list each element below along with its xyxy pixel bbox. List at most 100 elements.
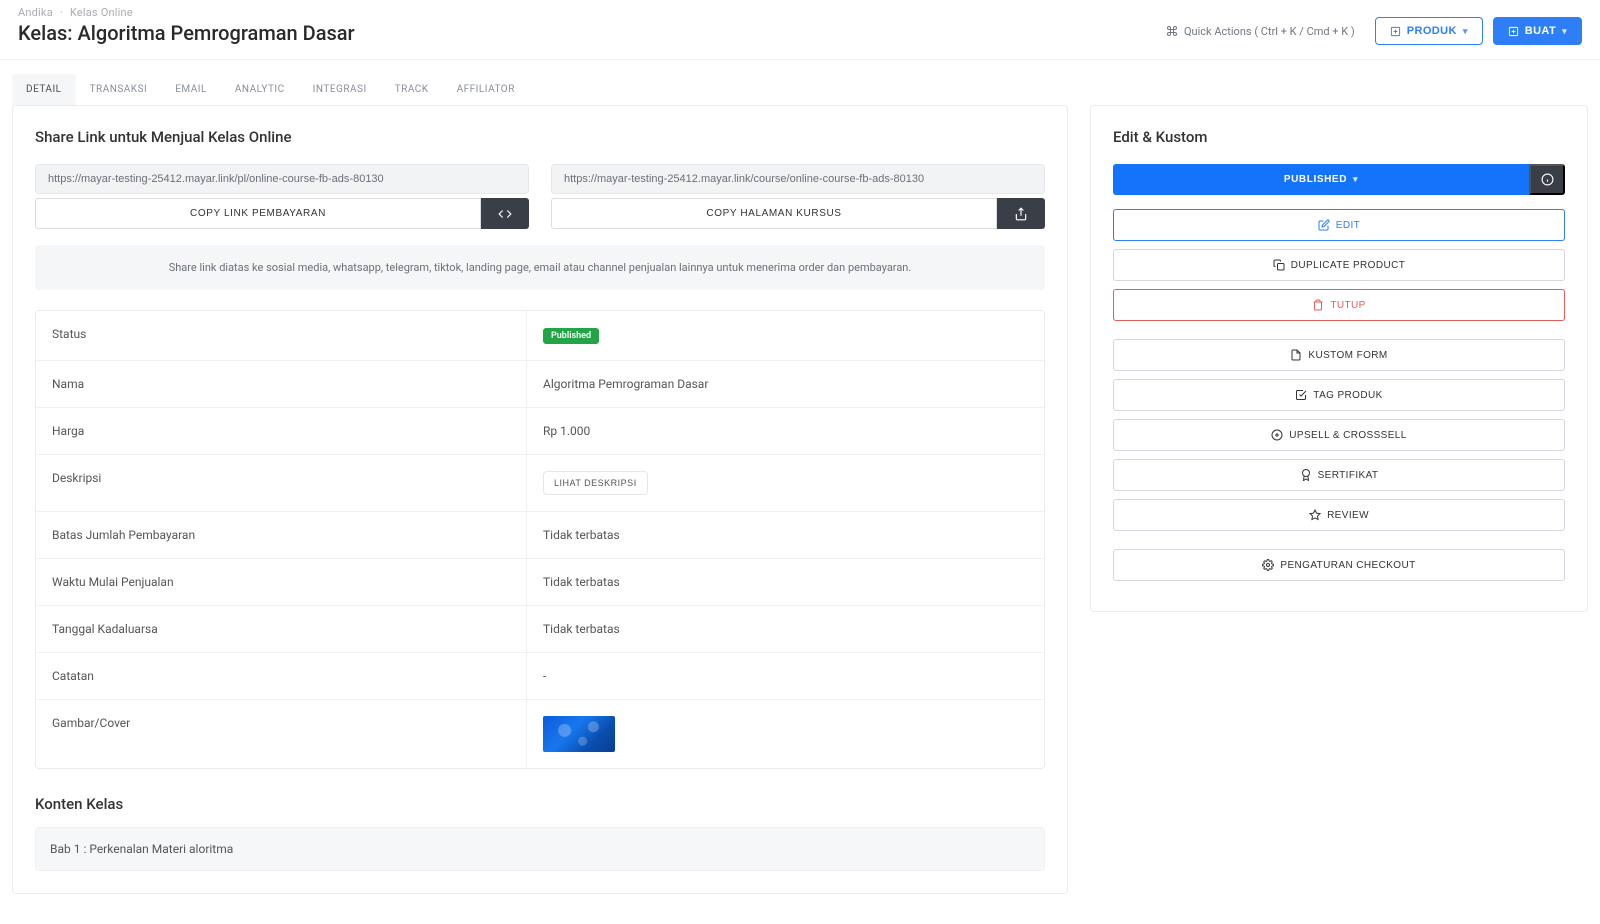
duplicate-label: DUPLICATE PRODUCT (1291, 260, 1405, 271)
value-nama: Algoritma Pemrograman Dasar (526, 361, 1044, 407)
tab-detail[interactable]: DETAIL (12, 74, 76, 105)
label-waktu-mulai: Waktu Mulai Penjualan (36, 559, 526, 605)
tab-analytic[interactable]: ANALYTIC (221, 74, 299, 105)
quick-actions-label: Quick Actions ( Ctrl + K / Cmd + K ) (1184, 25, 1355, 38)
tutup-button[interactable]: TUTUP (1113, 289, 1565, 321)
info-icon (1541, 173, 1554, 186)
quick-actions[interactable]: Quick Actions ( Ctrl + K / Cmd + K ) (1156, 19, 1365, 44)
edit-label: EDIT (1336, 220, 1360, 231)
label-nama: Nama (36, 361, 526, 407)
tag-produk-label: TAG PRODUK (1313, 390, 1382, 401)
detail-table: Status Published Nama Algoritma Pemrogra… (35, 310, 1045, 769)
chevron-down-icon: ▾ (1463, 26, 1468, 37)
payment-link-input[interactable] (35, 164, 529, 194)
tab-track[interactable]: TRACK (381, 74, 443, 105)
header-actions: Quick Actions ( Ctrl + K / Cmd + K ) PRO… (1156, 17, 1582, 45)
copy-icon (1273, 259, 1285, 271)
label-deskripsi: Deskripsi (36, 455, 526, 511)
share-info: Share link diatas ke sosial media, whats… (35, 245, 1045, 290)
share-icon (1014, 207, 1028, 221)
checkout-settings-label: PENGATURAN CHECKOUT (1280, 560, 1415, 571)
edit-button[interactable]: EDIT (1113, 209, 1565, 241)
share-link-row: COPY LINK PEMBAYARAN COPY HALAMAN KURSUS (35, 164, 1045, 229)
published-info-button[interactable] (1529, 164, 1565, 195)
value-kadaluarsa: Tidak terbatas (526, 606, 1044, 652)
tabs: DETAIL TRANSAKSI EMAIL ANALYTIC INTEGRAS… (0, 60, 1600, 105)
code-icon (498, 207, 512, 221)
checkout-settings-button[interactable]: PENGATURAN CHECKOUT (1113, 549, 1565, 581)
label-harga: Harga (36, 408, 526, 454)
tab-affiliator[interactable]: AFFILIATOR (443, 74, 529, 105)
detail-card: Share Link untuk Menjual Kelas Online CO… (12, 105, 1068, 894)
gear-icon (1262, 559, 1274, 571)
award-icon (1300, 469, 1312, 481)
edit-icon (1318, 219, 1330, 231)
plus-circle-icon (1271, 429, 1283, 441)
sertifikat-label: SERTIFIKAT (1318, 470, 1379, 481)
upsell-label: UPSELL & CROSSSELL (1289, 430, 1406, 441)
tutup-label: TUTUP (1330, 300, 1365, 311)
share-course-button[interactable] (997, 198, 1045, 229)
value-batas: Tidak terbatas (526, 512, 1044, 558)
header-left: Andika · Kelas Online Kelas: Algoritma P… (18, 6, 355, 45)
row-harga: Harga Rp 1.000 (36, 408, 1044, 455)
copy-course-page-button[interactable]: COPY HALAMAN KURSUS (551, 198, 997, 229)
row-catatan: Catatan - (36, 653, 1044, 700)
tab-email[interactable]: EMAIL (161, 74, 221, 105)
value-harga: Rp 1.000 (526, 408, 1044, 454)
kustom-form-label: KUSTOM FORM (1308, 350, 1387, 361)
plus-box-icon (1508, 26, 1519, 37)
trash-icon (1312, 299, 1324, 311)
command-icon (1166, 25, 1178, 37)
embed-code-button[interactable] (481, 198, 529, 229)
published-label: PUBLISHED (1284, 174, 1347, 185)
page-title: Kelas: Algoritma Pemrograman Dasar (18, 21, 355, 45)
upsell-button[interactable]: UPSELL & CROSSSELL (1113, 419, 1565, 451)
row-deskripsi: Deskripsi LIHAT DESKRIPSI (36, 455, 1044, 512)
produk-label: PRODUK (1407, 25, 1457, 37)
breadcrumb-sep: · (60, 6, 63, 19)
row-nama: Nama Algoritma Pemrograman Dasar (36, 361, 1044, 408)
published-dropdown[interactable]: PUBLISHED ▾ (1113, 164, 1529, 195)
sertifikat-button[interactable]: SERTIFIKAT (1113, 459, 1565, 491)
tab-integrasi[interactable]: INTEGRASI (299, 74, 381, 105)
course-link-col: COPY HALAMAN KURSUS (551, 164, 1045, 229)
edit-panel: Edit & Kustom PUBLISHED ▾ EDIT DUPLICATE… (1090, 105, 1588, 612)
lihat-deskripsi-button[interactable]: LIHAT DESKRIPSI (543, 471, 648, 495)
plus-box-icon (1390, 26, 1401, 37)
chapter-item[interactable]: Bab 1 : Perkenalan Materi aloritma (35, 827, 1045, 871)
star-icon (1309, 509, 1321, 521)
tag-icon (1295, 389, 1307, 401)
tab-transaksi[interactable]: TRANSAKSI (76, 74, 162, 105)
kustom-form-button[interactable]: KUSTOM FORM (1113, 339, 1565, 371)
buat-label: BUAT (1525, 25, 1556, 37)
row-waktu-mulai: Waktu Mulai Penjualan Tidak terbatas (36, 559, 1044, 606)
status-badge: Published (543, 328, 599, 344)
cover-thumbnail[interactable] (543, 716, 615, 752)
page-header: Andika · Kelas Online Kelas: Algoritma P… (0, 0, 1600, 60)
produk-button[interactable]: PRODUK ▾ (1375, 17, 1483, 45)
duplicate-button[interactable]: DUPLICATE PRODUCT (1113, 249, 1565, 281)
buat-button[interactable]: BUAT ▾ (1493, 17, 1582, 45)
row-kadaluarsa: Tanggal Kadaluarsa Tidak terbatas (36, 606, 1044, 653)
share-title: Share Link untuk Menjual Kelas Online (35, 128, 1045, 146)
file-icon (1290, 349, 1302, 361)
label-cover: Gambar/Cover (36, 700, 526, 768)
label-kadaluarsa: Tanggal Kadaluarsa (36, 606, 526, 652)
konten-title: Konten Kelas (35, 795, 1045, 813)
payment-link-col: COPY LINK PEMBAYARAN (35, 164, 529, 229)
review-button[interactable]: REVIEW (1113, 499, 1565, 531)
breadcrumb-home[interactable]: Andika (18, 6, 53, 19)
value-catatan: - (526, 653, 1044, 699)
breadcrumb: Andika · Kelas Online (18, 6, 355, 19)
course-link-input[interactable] (551, 164, 1045, 194)
value-waktu-mulai: Tidak terbatas (526, 559, 1044, 605)
copy-payment-link-button[interactable]: COPY LINK PEMBAYARAN (35, 198, 481, 229)
row-cover: Gambar/Cover (36, 700, 1044, 768)
breadcrumb-section[interactable]: Kelas Online (70, 6, 133, 19)
row-status: Status Published (36, 311, 1044, 361)
tag-produk-button[interactable]: TAG PRODUK (1113, 379, 1565, 411)
review-label: REVIEW (1327, 510, 1369, 521)
label-catatan: Catatan (36, 653, 526, 699)
label-batas: Batas Jumlah Pembayaran (36, 512, 526, 558)
